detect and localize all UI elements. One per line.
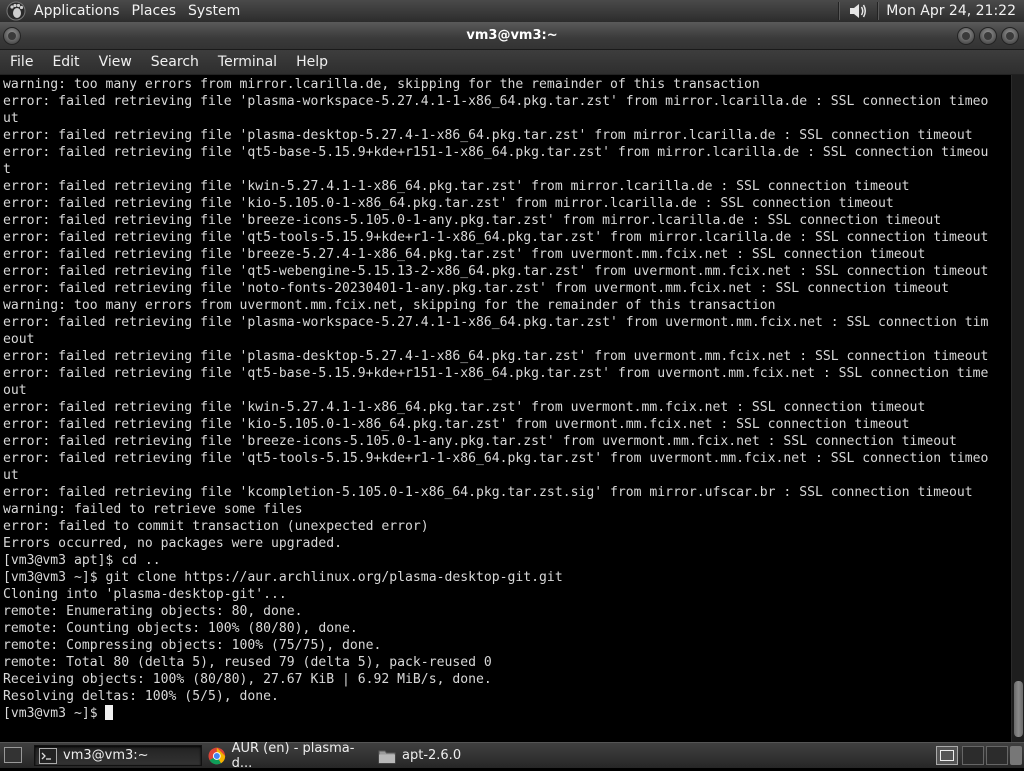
- panel-separator: [877, 2, 879, 20]
- terminal-line: error: failed retrieving file 'qt5-tools…: [3, 230, 989, 245]
- system-menu[interactable]: System: [186, 0, 250, 22]
- terminal-line: error: failed retrieving file 'qt5-base-…: [3, 145, 989, 160]
- terminal-line: remote: Compressing objects: 100% (75/75…: [3, 638, 382, 653]
- applications-menu[interactable]: Applications: [32, 0, 130, 22]
- terminal-cursor: [105, 705, 114, 720]
- scrollbar-thumb[interactable]: [1014, 681, 1023, 737]
- terminal-line: error: failed retrieving file 'qt5-base-…: [3, 366, 989, 381]
- workspace-switcher-icon[interactable]: [962, 746, 984, 765]
- window-titlebar[interactable]: vm3@vm3:~: [0, 22, 1024, 50]
- menubar: File Edit View Search Terminal Help: [0, 50, 1024, 75]
- terminal-line: error: failed retrieving file 'kwin-5.27…: [3, 179, 910, 194]
- menu-terminal[interactable]: Terminal: [208, 50, 286, 75]
- terminal-line: error: failed retrieving file 'breeze-ic…: [3, 213, 942, 228]
- terminal-icon: [39, 747, 57, 764]
- terminal-line: eout: [3, 332, 35, 347]
- terminal-line: error: failed retrieving file 'kio-5.105…: [3, 417, 910, 432]
- terminal-area[interactable]: warning: too many errors from mirror.lca…: [0, 75, 1011, 742]
- terminal-line: t: [3, 162, 11, 177]
- close-button[interactable]: [1001, 27, 1019, 45]
- terminal-prompt: [vm3@vm3 ~]$: [3, 706, 106, 721]
- terminal-output: warning: too many errors from mirror.lca…: [3, 76, 988, 722]
- speaker-icon[interactable]: [847, 1, 869, 21]
- taskbar-item-label: apt-2.6.0: [402, 748, 462, 763]
- terminal-line: error: failed retrieving file 'plasma-wo…: [3, 94, 989, 109]
- terminal-line: [vm3@vm3 apt]$ cd ..: [3, 553, 161, 568]
- taskbar-item-folder[interactable]: apt-2.6.0: [374, 745, 542, 766]
- scrollbar[interactable]: [1011, 75, 1024, 742]
- terminal-line: warning: failed to retrieve some files: [3, 502, 303, 517]
- terminal-line: error: failed retrieving file 'breeze-5.…: [3, 247, 926, 262]
- terminal-line: Receiving objects: 100% (80/80), 27.67 K…: [3, 672, 492, 687]
- maximize-button[interactable]: [979, 27, 997, 45]
- terminal-line: error: failed retrieving file 'plasma-de…: [3, 349, 989, 364]
- menu-file[interactable]: File: [0, 50, 42, 75]
- terminal-line: warning: too many errors from uvermont.m…: [3, 298, 776, 313]
- menu-search[interactable]: Search: [141, 50, 208, 75]
- panel-separator: [838, 2, 840, 20]
- terminal-line: error: failed retrieving file 'plasma-de…: [3, 128, 973, 143]
- terminal-line: error: failed retrieving file 'kio-5.105…: [3, 196, 894, 211]
- show-desktop-icon[interactable]: [4, 747, 22, 763]
- taskbar-item-terminal[interactable]: vm3@vm3:~: [34, 745, 202, 766]
- gnome-foot-icon[interactable]: [6, 1, 26, 21]
- terminal-line: error: failed retrieving file 'kwin-5.27…: [3, 400, 926, 415]
- minimize-button[interactable]: [957, 27, 975, 45]
- terminal-line: remote: Counting objects: 100% (80/80), …: [3, 621, 358, 636]
- terminal-prompt-line[interactable]: [vm3@vm3 ~]$: [3, 705, 988, 722]
- trash-icon[interactable]: [1010, 746, 1022, 765]
- folder-icon: [378, 750, 396, 763]
- workspace-switcher-icon[interactable]: [986, 746, 1008, 765]
- taskbar-item-label: vm3@vm3:~: [63, 748, 149, 763]
- terminal-line: [vm3@vm3 ~]$ git clone https://aur.archl…: [3, 570, 563, 585]
- workspace-switcher-icon[interactable]: [936, 746, 958, 765]
- terminal-line: error: failed retrieving file 'kcompleti…: [3, 485, 973, 500]
- terminal-line: Resolving deltas: 100% (5/5), done.: [3, 689, 279, 704]
- terminal-line: error: failed retrieving file 'noto-font…: [3, 281, 949, 296]
- places-menu[interactable]: Places: [130, 0, 187, 22]
- terminal-line: Cloning into 'plasma-desktop-git'...: [3, 587, 287, 602]
- menu-view[interactable]: View: [89, 50, 141, 75]
- menu-help[interactable]: Help: [286, 50, 337, 75]
- terminal-line: Errors occurred, no packages were upgrad…: [3, 536, 342, 551]
- terminal-line: ut: [3, 111, 19, 126]
- bottom-panel: vm3@vm3:~ AUR (en) - plasma-d... apt-2.6…: [0, 741, 1024, 771]
- terminal-line: error: failed retrieving file 'qt5-tools…: [3, 451, 989, 466]
- terminal-line: remote: Enumerating objects: 80, done.: [3, 604, 303, 619]
- taskbar-item-browser[interactable]: AUR (en) - plasma-d...: [204, 741, 372, 771]
- terminal-line: error: failed retrieving file 'plasma-wo…: [3, 315, 989, 330]
- terminal-line: error: failed to commit transaction (une…: [3, 519, 429, 534]
- chrome-icon: [208, 747, 226, 764]
- top-panel: Applications Places System Mon Apr 24, 2…: [0, 0, 1024, 22]
- terminal-line: ut: [3, 468, 19, 483]
- terminal-line: remote: Total 80 (delta 5), reused 79 (d…: [3, 655, 492, 670]
- terminal-line: error: failed retrieving file 'qt5-weben…: [3, 264, 989, 279]
- terminal-line: warning: too many errors from mirror.lca…: [3, 77, 760, 92]
- taskbar-item-label: AUR (en) - plasma-d...: [231, 740, 355, 771]
- terminal-line: out: [3, 383, 27, 398]
- clock[interactable]: Mon Apr 24, 21:22: [886, 3, 1020, 19]
- window-title: vm3@vm3:~: [466, 28, 558, 43]
- terminal-line: error: failed retrieving file 'breeze-ic…: [3, 434, 957, 449]
- menu-edit[interactable]: Edit: [42, 50, 88, 75]
